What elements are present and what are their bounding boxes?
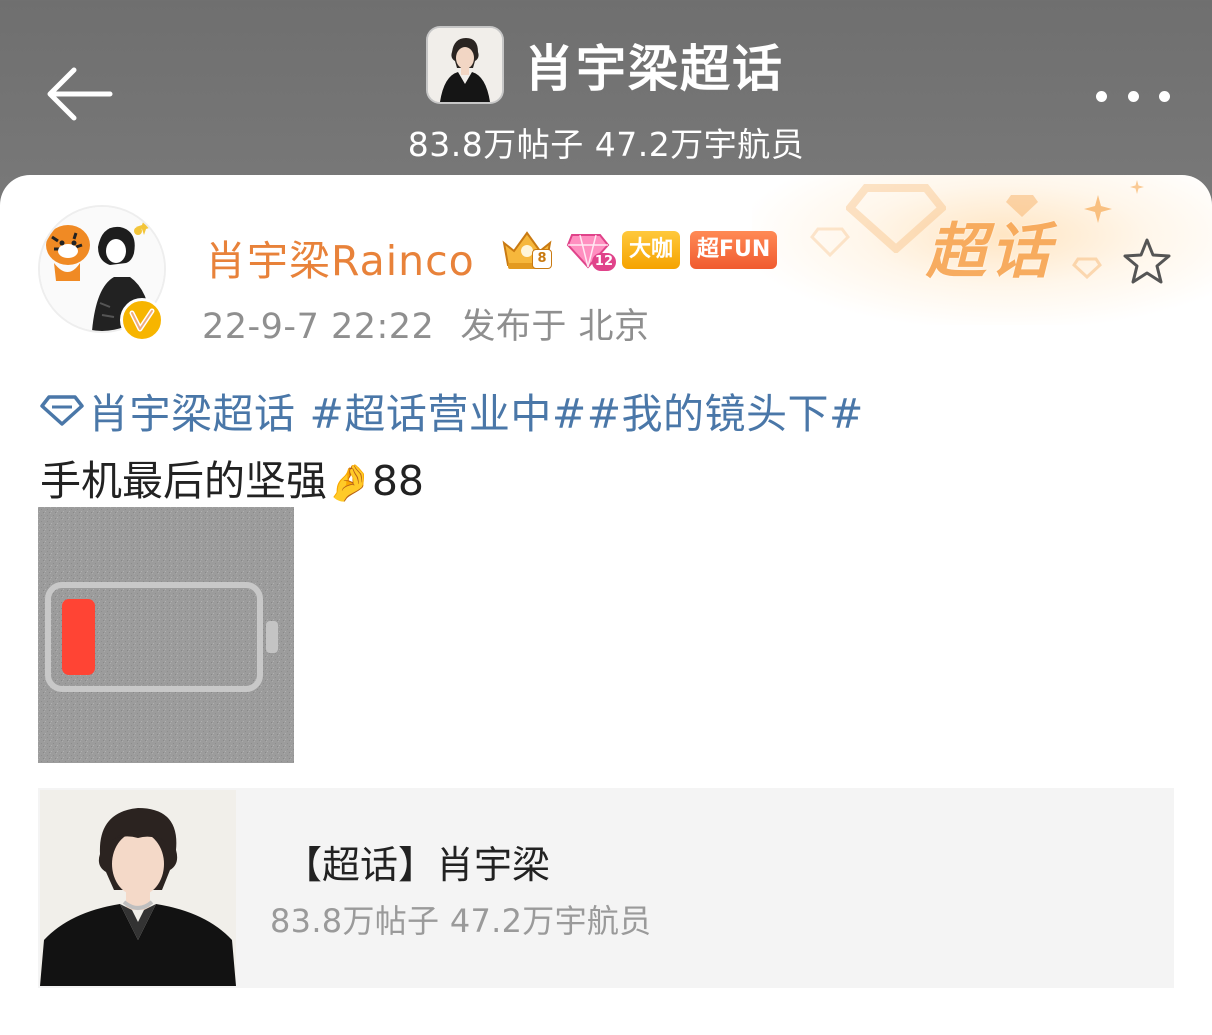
hashtag-links[interactable]: #超话营业中##我的镜头下#: [310, 380, 864, 440]
low-battery-icon: [38, 507, 294, 763]
post-meta: 22-9-7 22:22 发布于 北京: [202, 298, 649, 349]
post-topics: 肖宇梁超话 #超话营业中##我的镜头下#: [40, 380, 864, 440]
super-topic-icon: [40, 395, 84, 426]
diamond-decoration-icon: [810, 227, 850, 257]
post-location: 发布于 北京: [460, 307, 650, 347]
pinching-hand-emoji-icon: 🤌: [327, 463, 372, 504]
post-image[interactable]: [38, 507, 294, 763]
more-button[interactable]: [1096, 86, 1170, 106]
more-dot: [1127, 90, 1139, 102]
post-text: 手机最后的坚强🤌88: [40, 447, 424, 507]
topic-avatar[interactable]: [428, 28, 502, 102]
daka-badge[interactable]: 大咖: [622, 231, 681, 269]
gem-level-number: 12: [591, 253, 616, 271]
top-bar: 肖宇梁超话 83.8万帖子 47.2万宇航员: [0, 0, 1212, 180]
crown-level-number: 8: [532, 249, 552, 269]
post-time: 22-9-7 22:22: [202, 307, 435, 347]
crown-level-badge[interactable]: 8: [500, 229, 554, 271]
author-name[interactable]: 肖宇梁Rainco: [205, 227, 475, 287]
chaohua-watermark: 超话: [926, 217, 1054, 287]
diamond-decoration-icon: [1072, 257, 1102, 279]
sparkle-icon: [1130, 180, 1144, 194]
star-icon: [1123, 238, 1171, 284]
header-title-area: 肖宇梁超话 83.8万帖子 47.2万宇航员: [0, 28, 1212, 166]
more-dot: [1159, 90, 1170, 102]
verified-badge-icon: [120, 298, 164, 342]
sparkle-icon: [1084, 195, 1112, 223]
post-card: 超话 肖宇梁Rainco 8 12 大咖 超FUN 22-9-7 22:22 发…: [0, 175, 1212, 1035]
gem-level-badge[interactable]: 12: [564, 229, 616, 271]
more-dot: [1096, 90, 1107, 102]
topic-card-stats: 83.8万帖子 47.2万宇航员: [270, 902, 652, 940]
topic-card-thumbnail: [40, 790, 236, 986]
chaofun-badge[interactable]: 超FUN: [690, 231, 778, 269]
post-body-suffix: 88: [371, 457, 424, 505]
page-title: 肖宇梁超话: [524, 40, 784, 98]
post-body-text: 手机最后的坚强: [40, 457, 327, 505]
topic-link-card[interactable]: 【超话】肖宇梁 83.8万帖子 47.2万宇航员: [38, 788, 1174, 988]
header-stats: 83.8万帖子 47.2万宇航员: [407, 125, 805, 164]
super-topic-link[interactable]: 肖宇梁超话: [88, 380, 296, 440]
author-badges: 8 12 大咖 超FUN: [500, 229, 778, 271]
topic-card-title: 【超话】肖宇梁: [284, 843, 551, 887]
favorite-button[interactable]: [1120, 235, 1174, 289]
